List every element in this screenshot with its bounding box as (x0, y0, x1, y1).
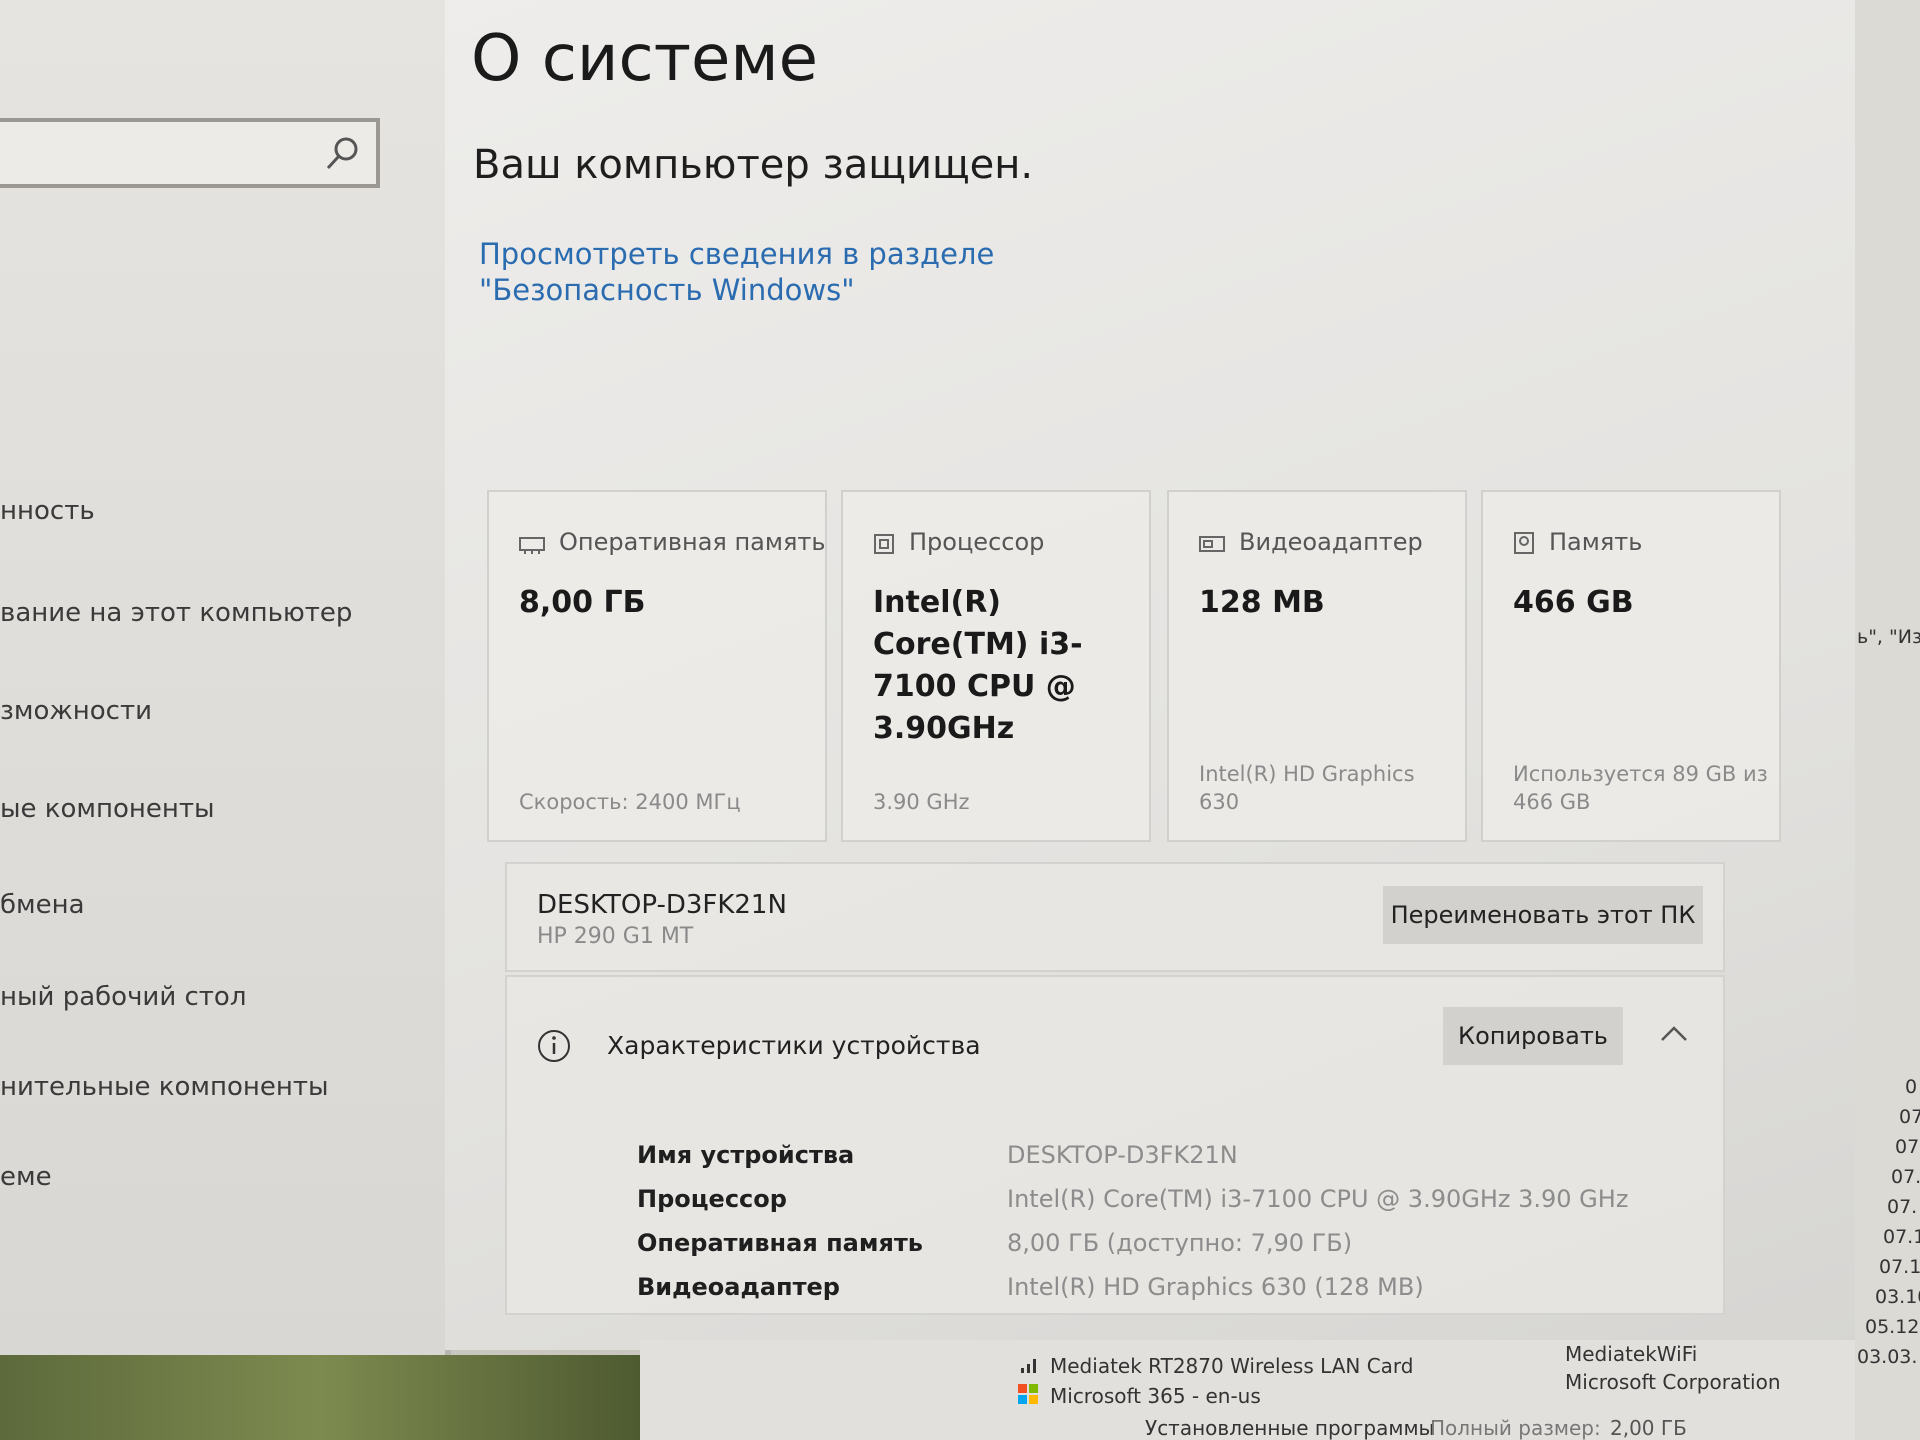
spec-value: Intel(R) Core(TM) i3-7100 CPU @ 3.90GHz … (1007, 1185, 1629, 1213)
windows-security-link[interactable]: Просмотреть сведения в разделе "Безопасн… (479, 236, 1179, 308)
gpu-card: Видеоадаптер 128 MB Intel(R) HD Graphics… (1167, 490, 1467, 842)
ram-card-label: Оперативная память (559, 528, 826, 556)
total-size-value: 2,00 ГБ (1610, 1416, 1687, 1440)
spec-value: Intel(R) HD Graphics 630 (128 MB) (1007, 1273, 1424, 1301)
spec-label: Процессор (637, 1185, 787, 1213)
spec-label: Оперативная память (637, 1229, 923, 1257)
pc-name: DESKTOP-D3FK21N (537, 890, 787, 920)
nav-item-about[interactable]: еме (0, 1162, 52, 1192)
gpu-card-label: Видеоадаптер (1239, 528, 1423, 556)
cpu-card-header: Процессор (873, 528, 1044, 556)
spec-row-device-name: Имя устройства DESKTOP-D3FK21N (637, 1141, 1238, 1169)
cpu-card-footer: 3.90 GHz (873, 790, 970, 814)
date-cell: 07 (1899, 1106, 1920, 1128)
nav-item-clipboard[interactable]: бмена (0, 890, 85, 920)
protection-status: Ваш компьютер защищен. (473, 142, 1034, 188)
program-name[interactable]: Microsoft 365 - en-us (1050, 1384, 1261, 1408)
about-window: О системе Ваш компьютер защищен. Просмот… (445, 0, 1855, 1350)
device-specs-title[interactable]: Характеристики устройства (607, 1031, 981, 1060)
storage-card: Память 466 GB Используется 89 GB из 466 … (1481, 490, 1781, 842)
cpu-card-label: Процессор (909, 528, 1045, 556)
nav-item-projecting[interactable]: вание на этот компьютер (0, 598, 352, 628)
date-cell: 03.10 (1875, 1286, 1920, 1308)
rename-pc-button[interactable]: Переименовать этот ПК (1383, 886, 1703, 944)
settings-nav-pane: нность вание на этот компьютер зможности… (0, 0, 451, 1355)
date-cell: 03.03. (1857, 1346, 1918, 1368)
ram-card-footer: Скорость: 2400 МГц (519, 790, 741, 814)
nav-item-shared-experiences[interactable]: зможности (0, 696, 152, 726)
info-icon (538, 1030, 570, 1062)
search-box[interactable] (0, 118, 380, 188)
nav-item-remote-desktop[interactable]: ный рабочий стол (0, 982, 246, 1012)
storage-card-footer: Используется 89 GB из 466 GB (1513, 762, 1768, 814)
gpu-icon (1199, 536, 1225, 552)
storage-card-header: Память (1513, 528, 1642, 556)
storage-card-label: Память (1549, 528, 1643, 556)
device-specs-panel: Характеристики устройства Копировать Имя… (505, 975, 1725, 1315)
search-icon[interactable] (322, 134, 362, 174)
date-cell: 07. (1887, 1196, 1918, 1218)
date-cell: 0 (1905, 1076, 1918, 1098)
cpu-icon (874, 534, 894, 554)
gpu-card-footer: Intel(R) HD Graphics 630 (1199, 762, 1415, 814)
total-size-label: Полный размер: (1430, 1416, 1601, 1440)
nav-item-optional-components[interactable]: нительные компоненты (0, 1072, 329, 1102)
page-title: О системе (471, 22, 818, 96)
copy-button[interactable]: Копировать (1443, 1007, 1623, 1065)
pc-model: HP 290 G1 MT (537, 924, 694, 949)
desktop-wallpaper (0, 1355, 640, 1440)
ram-card-value: 8,00 ГБ (519, 585, 646, 620)
date-cell: 07 (1895, 1136, 1920, 1158)
spec-row-gpu: Видеоадаптер Intel(R) HD Graphics 630 (12… (637, 1273, 1424, 1301)
cpu-card: Процессор Intel(R) Core(TM) i3-7100 CPU … (841, 490, 1151, 842)
chevron-up-icon[interactable] (1659, 1023, 1689, 1043)
date-cell: 05.12. (1865, 1316, 1920, 1338)
spec-value: DESKTOP-D3FK21N (1007, 1141, 1238, 1169)
wifi-icon (1021, 1359, 1036, 1373)
gpu-card-header: Видеоадаптер (1199, 528, 1423, 556)
program-publisher: Microsoft Corporation (1565, 1370, 1781, 1394)
ram-icon (519, 537, 545, 554)
ram-card: Оперативная память 8,00 ГБ Скорость: 240… (487, 490, 827, 842)
background-text: ь", "Изменить (1857, 626, 1920, 648)
spec-row-ram: Оперативная память 8,00 ГБ (доступно: 7,9… (637, 1229, 1352, 1257)
ram-card-header: Оперативная память (519, 528, 826, 556)
office-icon (1018, 1384, 1038, 1404)
background-window-right: ь", "Изменить 0 07 07 07. 07. 07.1 07.1 … (1855, 0, 1920, 1440)
storage-icon (1514, 532, 1534, 554)
nav-item-security[interactable]: нность (0, 496, 95, 526)
date-cell: 07.1 (1879, 1256, 1920, 1278)
cpu-card-value: Intel(R) Core(TM) i3-7100 CPU @ 3.90GHz (873, 585, 1083, 746)
installed-programs-label: Установленные программы (1145, 1416, 1435, 1440)
spec-row-processor: Процессор Intel(R) Core(TM) i3-7100 CPU @… (637, 1185, 1628, 1213)
nav-item-system-components[interactable]: ые компоненты (0, 794, 215, 824)
spec-label: Видеоадаптер (637, 1273, 840, 1301)
spec-label: Имя устройства (637, 1141, 855, 1169)
gpu-card-value: 128 MB (1199, 585, 1325, 620)
date-cell: 07.1 (1883, 1226, 1920, 1248)
date-cell: 07. (1891, 1166, 1920, 1188)
installed-programs-window: Mediatek RT2870 Wireless LAN Card Micros… (640, 1340, 1855, 1440)
spec-value: 8,00 ГБ (доступно: 7,90 ГБ) (1007, 1229, 1353, 1257)
program-name[interactable]: Mediatek RT2870 Wireless LAN Card (1050, 1354, 1414, 1378)
storage-card-value: 466 GB (1513, 585, 1634, 620)
pc-name-row: DESKTOP-D3FK21N HP 290 G1 MT Переименова… (505, 862, 1725, 972)
program-publisher: MediatekWiFi (1565, 1342, 1698, 1366)
